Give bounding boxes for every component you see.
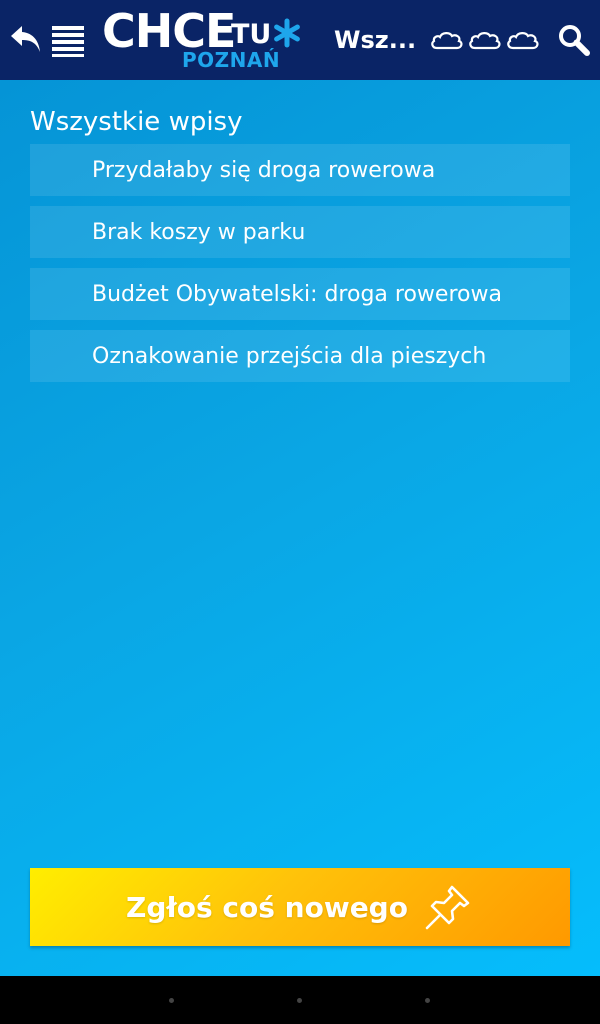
list-item[interactable]: Oznakowanie przejścia dla pieszych bbox=[30, 330, 570, 382]
asterisk-icon bbox=[274, 18, 300, 48]
cloud-icon bbox=[507, 32, 539, 50]
list-item-label: Przydałaby się droga rowerowa bbox=[92, 157, 436, 183]
cloud-icon bbox=[469, 32, 501, 50]
menu-icon bbox=[52, 26, 84, 57]
list-item[interactable]: Przydałaby się droga rowerowa bbox=[30, 144, 570, 196]
report-new-button-label: Zgłoś coś nowego bbox=[126, 890, 408, 924]
list-item[interactable]: Brak koszy w parku bbox=[30, 206, 570, 258]
list-item-label: Brak koszy w parku bbox=[92, 219, 306, 245]
entries-list: Przydałaby się droga rowerowa Brak koszy… bbox=[30, 144, 570, 392]
pushpin-icon bbox=[425, 885, 470, 930]
list-item-label: Budżet Obywatelski: droga rowerowa bbox=[92, 281, 502, 307]
report-new-button[interactable]: Zgłoś coś nowego bbox=[30, 868, 570, 946]
nav-back-dot[interactable] bbox=[169, 998, 174, 1003]
search-icon bbox=[559, 25, 590, 56]
logo-city-text: POZNAŃ bbox=[182, 48, 281, 72]
app-screen: CHCE TU POZNAŃ Wsz... Wszystkie wpisy Pr… bbox=[0, 0, 600, 1024]
top-action-bar: CHCE TU POZNAŃ Wsz... bbox=[0, 0, 600, 80]
back-arrow-icon bbox=[11, 26, 40, 52]
menu-button[interactable] bbox=[48, 0, 88, 80]
nav-recents-dot[interactable] bbox=[425, 998, 430, 1003]
cloud-icon bbox=[431, 32, 463, 50]
section-heading: Wszystkie wpisy bbox=[30, 107, 243, 137]
cloud-icons-group bbox=[430, 0, 540, 80]
app-logo[interactable]: CHCE TU POZNAŃ bbox=[100, 4, 310, 74]
screen-title: Wsz... bbox=[334, 26, 417, 54]
list-item-label: Oznakowanie przejścia dla pieszych bbox=[92, 343, 487, 369]
search-button[interactable] bbox=[552, 0, 596, 80]
main-content: Wszystkie wpisy Przydałaby się droga row… bbox=[0, 80, 600, 976]
nav-home-dot[interactable] bbox=[297, 998, 302, 1003]
back-button[interactable] bbox=[6, 0, 46, 80]
logo-tu-text: TU bbox=[231, 19, 272, 50]
system-nav-bar bbox=[0, 976, 600, 1024]
list-item[interactable]: Budżet Obywatelski: droga rowerowa bbox=[30, 268, 570, 320]
